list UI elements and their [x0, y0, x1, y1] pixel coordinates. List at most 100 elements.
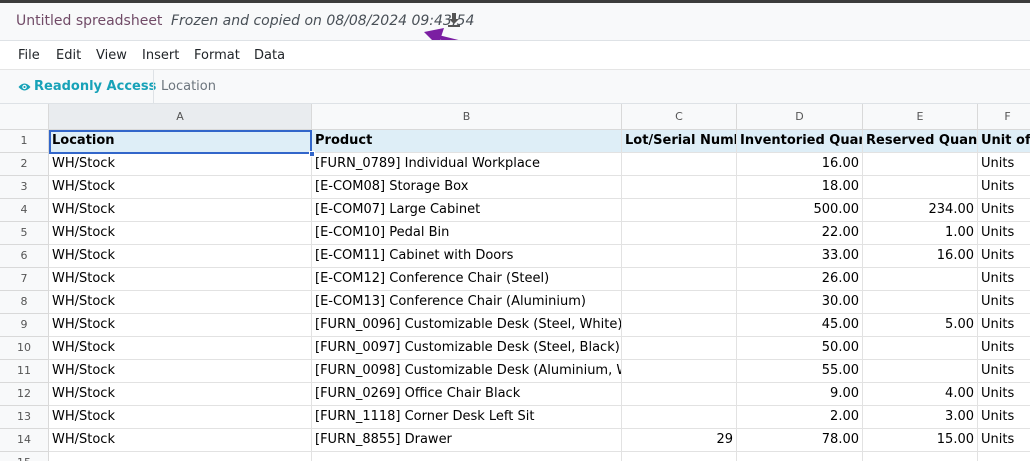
- cell-reserved[interactable]: [863, 337, 978, 360]
- header-cell-inventoried[interactable]: Inventoried Quantity: [737, 130, 863, 153]
- cell-lot[interactable]: [622, 176, 737, 199]
- cell-product[interactable]: [FURN_0098] Customizable Desk (Aluminium…: [312, 360, 622, 383]
- cell-reserved[interactable]: 5.00: [863, 314, 978, 337]
- cell-unit[interactable]: Units: [978, 429, 1030, 452]
- cell-location[interactable]: WH/Stock: [49, 245, 312, 268]
- cell-lot[interactable]: 29: [622, 429, 737, 452]
- cell-location[interactable]: WH/Stock: [49, 291, 312, 314]
- cell-unit[interactable]: Units: [978, 153, 1030, 176]
- cell-product[interactable]: [E-COM12] Conference Chair (Steel): [312, 268, 622, 291]
- selection-fill-handle[interactable]: [309, 151, 315, 157]
- cell-empty[interactable]: [312, 452, 622, 461]
- row-header-2[interactable]: 2: [0, 153, 49, 176]
- cell-inventoried[interactable]: 33.00: [737, 245, 863, 268]
- cell-unit[interactable]: Units: [978, 199, 1030, 222]
- column-header-f[interactable]: F: [978, 104, 1030, 130]
- cell-location[interactable]: WH/Stock: [49, 199, 312, 222]
- row-header-1[interactable]: 1: [0, 130, 49, 153]
- cell-reserved[interactable]: 234.00: [863, 199, 978, 222]
- cell-inventoried[interactable]: 9.00: [737, 383, 863, 406]
- cell-lot[interactable]: [622, 406, 737, 429]
- cell-reserved[interactable]: [863, 291, 978, 314]
- row-header-10[interactable]: 10: [0, 337, 49, 360]
- cell-lot[interactable]: [622, 314, 737, 337]
- row-header-5[interactable]: 5: [0, 222, 49, 245]
- cell-empty[interactable]: [737, 452, 863, 461]
- cell-inventoried[interactable]: 22.00: [737, 222, 863, 245]
- cell-inventoried[interactable]: 55.00: [737, 360, 863, 383]
- cell-location[interactable]: WH/Stock: [49, 314, 312, 337]
- cell-location[interactable]: WH/Stock: [49, 176, 312, 199]
- cell-reserved[interactable]: 1.00: [863, 222, 978, 245]
- cell-reserved[interactable]: 4.00: [863, 383, 978, 406]
- cell-product[interactable]: [E-COM13] Conference Chair (Aluminium): [312, 291, 622, 314]
- cell-lot[interactable]: [622, 222, 737, 245]
- cell-product[interactable]: [FURN_0096] Customizable Desk (Steel, Wh…: [312, 314, 622, 337]
- row-header-6[interactable]: 6: [0, 245, 49, 268]
- row-header-4[interactable]: 4: [0, 199, 49, 222]
- cell-empty[interactable]: [863, 452, 978, 461]
- cell-inventoried[interactable]: 500.00: [737, 199, 863, 222]
- cell-empty[interactable]: [978, 452, 1030, 461]
- menu-file[interactable]: File: [18, 48, 40, 63]
- cell-lot[interactable]: [622, 245, 737, 268]
- cell-empty[interactable]: [622, 452, 737, 461]
- column-header-d[interactable]: D: [737, 104, 863, 130]
- cell-lot[interactable]: [622, 153, 737, 176]
- cell-lot[interactable]: [622, 383, 737, 406]
- cell-unit[interactable]: Units: [978, 222, 1030, 245]
- cell-unit[interactable]: Units: [978, 245, 1030, 268]
- cell-inventoried[interactable]: 26.00: [737, 268, 863, 291]
- header-cell-location[interactable]: Location: [49, 130, 312, 153]
- header-cell-reserved[interactable]: Reserved Quantity: [863, 130, 978, 153]
- cell-unit[interactable]: Units: [978, 314, 1030, 337]
- cell-inventoried[interactable]: 2.00: [737, 406, 863, 429]
- cell-product[interactable]: [FURN_8855] Drawer: [312, 429, 622, 452]
- header-cell-product[interactable]: Product: [312, 130, 622, 153]
- cell-empty[interactable]: [49, 452, 312, 461]
- cell-product[interactable]: [E-COM07] Large Cabinet: [312, 199, 622, 222]
- cell-lot[interactable]: [622, 360, 737, 383]
- column-header-b[interactable]: B: [312, 104, 622, 130]
- cell-inventoried[interactable]: 16.00: [737, 153, 863, 176]
- cell-product[interactable]: [FURN_0789] Individual Workplace: [312, 153, 622, 176]
- cell-product[interactable]: [E-COM10] Pedal Bin: [312, 222, 622, 245]
- cell-reserved[interactable]: 3.00: [863, 406, 978, 429]
- row-header-7[interactable]: 7: [0, 268, 49, 291]
- cell-reserved[interactable]: [863, 268, 978, 291]
- row-header-8[interactable]: 8: [0, 291, 49, 314]
- cell-unit[interactable]: Units: [978, 360, 1030, 383]
- cell-unit[interactable]: Units: [978, 268, 1030, 291]
- cell-inventoried[interactable]: 50.00: [737, 337, 863, 360]
- cell-product[interactable]: [E-COM08] Storage Box: [312, 176, 622, 199]
- cell-product[interactable]: [FURN_0097] Customizable Desk (Steel, Bl…: [312, 337, 622, 360]
- row-header-11[interactable]: 11: [0, 360, 49, 383]
- menu-format[interactable]: Format: [194, 48, 240, 63]
- cell-reserved[interactable]: [863, 360, 978, 383]
- cell-reserved[interactable]: 15.00: [863, 429, 978, 452]
- download-icon[interactable]: [447, 12, 461, 28]
- cell-unit[interactable]: Units: [978, 406, 1030, 429]
- cell-reserved[interactable]: 16.00: [863, 245, 978, 268]
- cell-location[interactable]: WH/Stock: [49, 153, 312, 176]
- spreadsheet-grid[interactable]: ABCDEF123456789101112131415LocationProdu…: [0, 104, 1030, 461]
- cell-location[interactable]: WH/Stock: [49, 337, 312, 360]
- row-header-14[interactable]: 14: [0, 429, 49, 452]
- cell-reserved[interactable]: [863, 153, 978, 176]
- row-header-15[interactable]: 15: [0, 452, 49, 461]
- cell-unit[interactable]: Units: [978, 291, 1030, 314]
- cell-lot[interactable]: [622, 337, 737, 360]
- column-header-a[interactable]: A: [49, 104, 312, 130]
- corner-header[interactable]: [0, 104, 49, 130]
- row-header-3[interactable]: 3: [0, 176, 49, 199]
- menu-view[interactable]: View: [96, 48, 127, 63]
- cell-inventoried[interactable]: 45.00: [737, 314, 863, 337]
- menu-data[interactable]: Data: [254, 48, 285, 63]
- cell-lot[interactable]: [622, 268, 737, 291]
- cell-product[interactable]: [FURN_1118] Corner Desk Left Sit: [312, 406, 622, 429]
- cell-location[interactable]: WH/Stock: [49, 360, 312, 383]
- row-header-9[interactable]: 9: [0, 314, 49, 337]
- cell-location[interactable]: WH/Stock: [49, 406, 312, 429]
- cell-unit[interactable]: Units: [978, 337, 1030, 360]
- cell-unit[interactable]: Units: [978, 383, 1030, 406]
